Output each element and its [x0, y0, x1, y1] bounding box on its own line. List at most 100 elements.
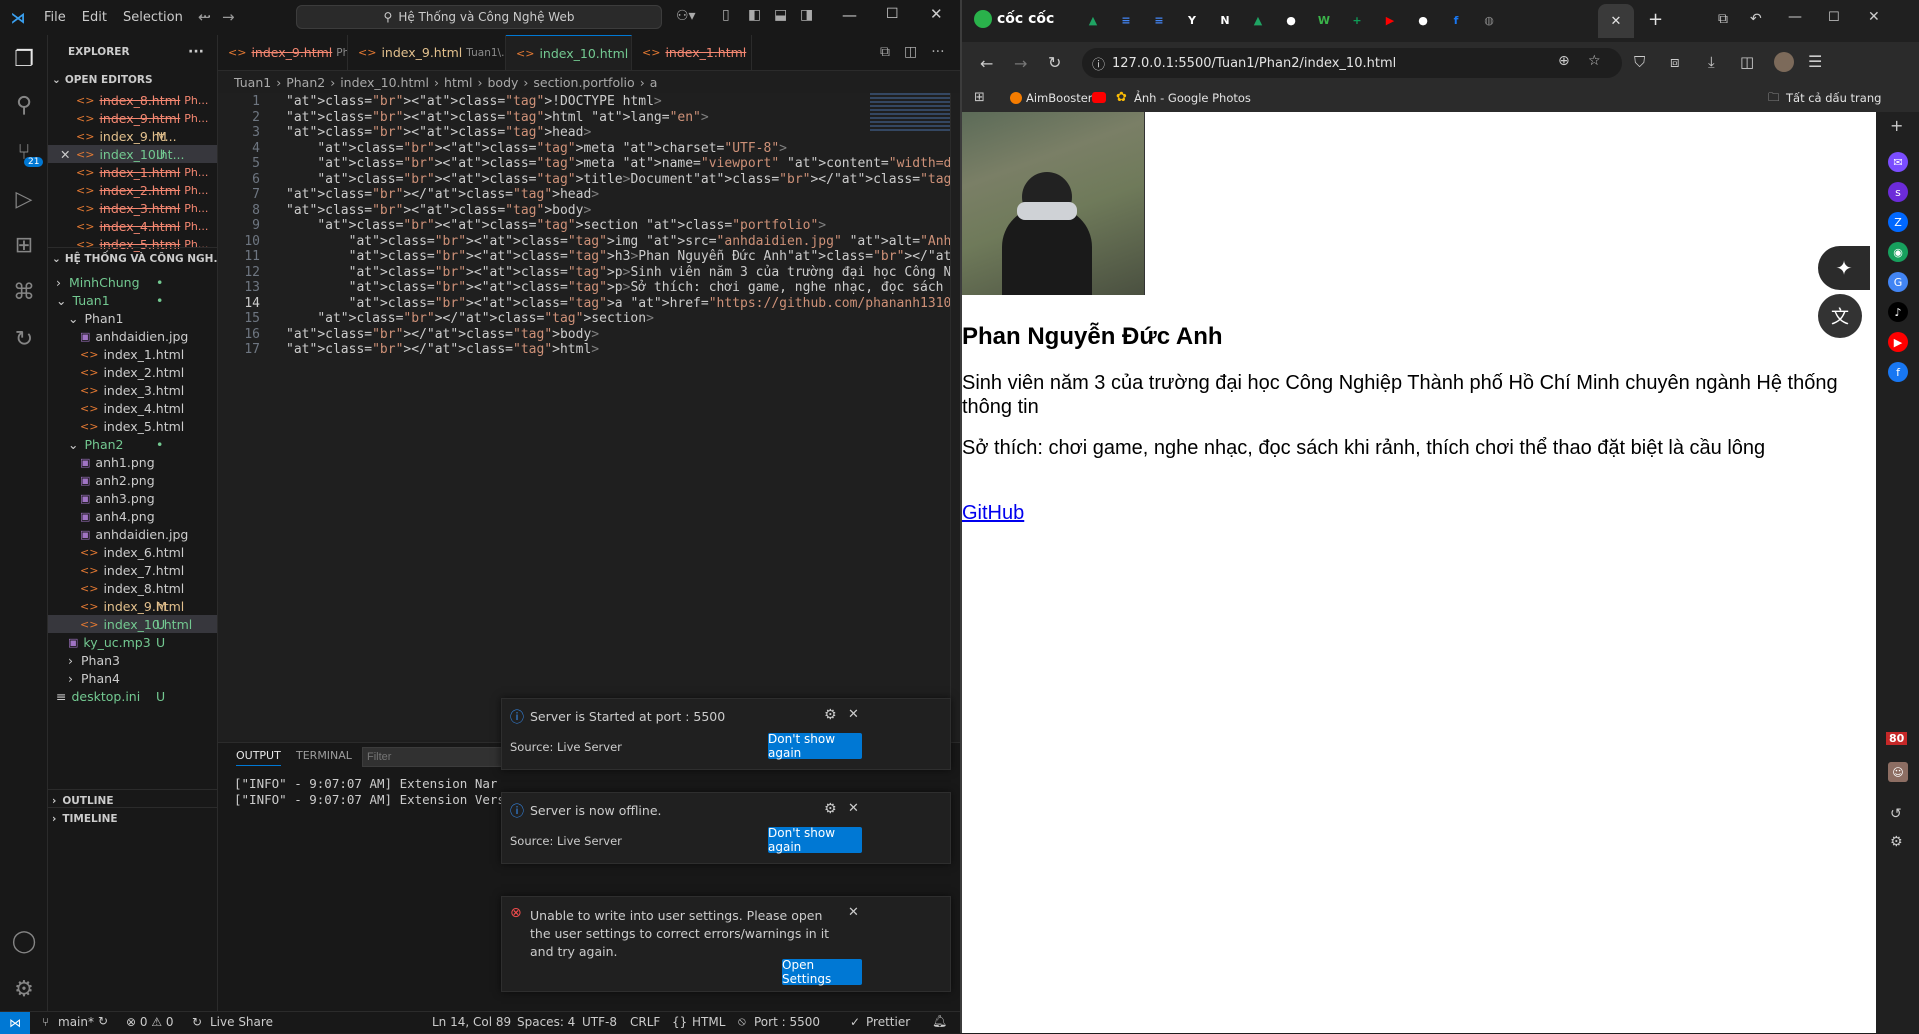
editor-tab[interactable]: <> index_1.htmlPhan [632, 35, 752, 70]
code-line[interactable]: "at">class="br"><"at">class="tag">a "at"… [286, 296, 960, 311]
youtube-icon[interactable]: ▶ [1888, 332, 1908, 352]
history-icon[interactable]: ↺ [1890, 806, 1902, 822]
bell-icon[interactable]: 🔔︎ [932, 1014, 947, 1028]
menu-file[interactable]: File [44, 10, 66, 25]
tab-terminal[interactable]: TERMINAL [296, 749, 352, 762]
breadcrumb-item[interactable]: section.portfolio [533, 75, 634, 90]
tree-item[interactable]: ▣ anhdaidien.jpg [48, 327, 217, 345]
breadcrumb-item[interactable]: Phan2 [286, 75, 325, 90]
close-icon[interactable]: ✕ [848, 707, 859, 722]
youtube-icon[interactable] [1092, 92, 1106, 103]
workspace-header[interactable]: ⌄ HỆ THỐNG VÀ CÔNG NGH... [48, 247, 217, 269]
facebook-icon[interactable]: f [1888, 362, 1908, 382]
github-link[interactable]: GitHub [962, 502, 1024, 525]
tree-item[interactable]: ≡ desktop.ini U [48, 687, 217, 705]
extensions-icon[interactable]: ⧈ [1670, 53, 1680, 71]
close-icon[interactable]: ✕ [848, 905, 859, 920]
open-editor-item[interactable]: <> index_2.html Ph... [48, 181, 217, 199]
maximize-icon[interactable]: ☐ [1828, 10, 1840, 25]
globe-icon[interactable]: ◍ [1480, 11, 1498, 29]
ai-assistant-button[interactable]: ✦ [1818, 246, 1870, 290]
code-line[interactable]: "at">class="br"></"at">class="tag">html> [286, 342, 599, 357]
tree-item[interactable]: › Phan3 [48, 651, 217, 669]
tab-output[interactable]: OUTPUT [236, 749, 281, 766]
code-line[interactable]: "at">class="br"><"at">class="tag">img "a… [286, 234, 960, 249]
code-line[interactable]: "at">class="br"><"at">class="tag">p>Sở t… [286, 280, 960, 295]
menu-icon[interactable]: ☰ [1808, 52, 1822, 71]
sheets-icon[interactable]: + [1348, 11, 1366, 29]
code-line[interactable]: "at">class="br"><"at">class="tag">sectio… [286, 218, 826, 233]
tree-item[interactable]: › Phan4 [48, 669, 217, 687]
sidebar-toggle-icon[interactable]: ◧ [748, 7, 761, 23]
tree-item[interactable]: <> index_1.html [48, 345, 217, 363]
forward-arrow-icon[interactable]: → [1014, 54, 1027, 73]
tree-item[interactable]: ▣ anh1.png [48, 453, 217, 471]
panel-toggle-icon[interactable]: ⬓ [774, 7, 787, 23]
open-editor-item[interactable]: <> index_1.html Ph... [48, 163, 217, 181]
translate-button[interactable]: 文 [1818, 294, 1862, 338]
youtube-icon[interactable]: ▶ [1381, 11, 1399, 29]
live-share-icon[interactable]: ↻ [10, 325, 38, 353]
tree-item[interactable]: <> index_2.html [48, 363, 217, 381]
open-editor-item[interactable]: <> index_8.html Ph... [48, 91, 217, 109]
tree-item[interactable]: <> index_3.html [48, 381, 217, 399]
explorer-icon[interactable]: ❐ [10, 45, 38, 73]
profile-avatar[interactable] [1774, 52, 1794, 72]
encoding[interactable]: UTF-8 [582, 1015, 617, 1029]
copilot-icon[interactable]: ⚇▾ [676, 8, 696, 24]
open-editor-item[interactable]: ✕ <> index_10.ht... U [48, 145, 217, 163]
more-actions-icon[interactable]: ··· [931, 44, 944, 60]
breadcrumb-item[interactable]: Tuan1 [234, 75, 271, 90]
tree-item[interactable]: ⌄ Phan2 • [48, 435, 217, 453]
open-preview-icon[interactable]: ⧉ [880, 44, 890, 60]
notion-icon[interactable]: N [1216, 11, 1234, 29]
zoom-icon[interactable]: ⊕ [1558, 53, 1570, 69]
extensions-icon[interactable]: ⊞ [10, 231, 38, 259]
google-drive-icon[interactable]: ▲ [1084, 11, 1102, 29]
add-icon[interactable]: + [1890, 116, 1903, 135]
tree-item[interactable]: ⌄ Tuan1 • [48, 291, 217, 309]
indentation[interactable]: Spaces: 4 [517, 1015, 575, 1029]
zalo-icon[interactable]: Z [1888, 212, 1908, 232]
maximize-icon[interactable]: ☐ [886, 6, 899, 22]
minimap[interactable] [870, 93, 950, 133]
remote-indicator[interactable]: ⋈ [0, 1012, 30, 1034]
tree-item[interactable]: <> index_4.html [48, 399, 217, 417]
code-line[interactable]: "at">class="br"><"at">class="tag">title>… [286, 172, 960, 187]
editor-tab[interactable]: <> index_9.htmlPhan2 [218, 35, 348, 70]
code-line[interactable]: "at">class="br"><"at">class="tag">html "… [286, 110, 709, 125]
back-arrow-icon[interactable]: ← [980, 54, 993, 73]
tree-item[interactable]: <> index_5.html [48, 417, 217, 435]
code-line[interactable]: "at">class="br"><"at">class="tag">p>Sinh… [286, 265, 960, 280]
filter-input[interactable] [362, 747, 512, 767]
forward-arrow-icon[interactable]: → [222, 8, 235, 26]
breadcrumb-item[interactable]: a [650, 75, 658, 90]
code-line[interactable]: "at">class="br"><"at">class="tag">!DOCTY… [286, 94, 662, 109]
game-icon[interactable]: ◉ [1888, 242, 1908, 262]
github-icon[interactable]: ● [1282, 11, 1300, 29]
new-tab-icon[interactable]: + [1648, 9, 1663, 30]
tiktok-icon[interactable]: ♪ [1888, 302, 1908, 322]
timeline-header[interactable]: › TIMELINE [48, 807, 217, 829]
tree-item[interactable]: ▣ anh3.png [48, 489, 217, 507]
account-icon[interactable]: ◯ [10, 927, 38, 955]
all-bookmarks[interactable]: Tất cả dấu trang [1786, 91, 1881, 105]
messenger-icon[interactable]: ✉ [1888, 152, 1908, 172]
close-window-icon[interactable]: ✕ [1868, 9, 1880, 25]
tree-item[interactable]: ▣ ky_uc.mp3 U [48, 633, 217, 651]
settings-gear-icon[interactable]: ⚙ [1890, 834, 1903, 850]
dont-show-again-button[interactable]: Don't show again [768, 732, 862, 760]
code-line[interactable]: "at">class="br"><"at">class="tag">meta "… [286, 141, 787, 156]
code-line[interactable]: "at">class="br"><"at">class="tag">h3>Pha… [286, 249, 960, 264]
gear-icon[interactable]: ⚙ [824, 707, 837, 723]
translate-icon[interactable]: G [1888, 272, 1908, 292]
scrollbar[interactable] [950, 93, 960, 740]
minimize-icon[interactable]: — [1788, 9, 1802, 25]
close-icon[interactable]: ✕ [60, 147, 70, 162]
site-info-icon[interactable]: ⓘ [1092, 54, 1105, 73]
secondary-sidebar-icon[interactable]: ◨ [800, 7, 813, 23]
back-arrow-icon[interactable]: ← [198, 8, 211, 26]
menu-edit[interactable]: Edit [82, 10, 107, 25]
bookmark-google-photos[interactable]: Ảnh - Google Photos [1134, 91, 1251, 105]
run-debug-icon[interactable]: ▷ [10, 185, 38, 213]
